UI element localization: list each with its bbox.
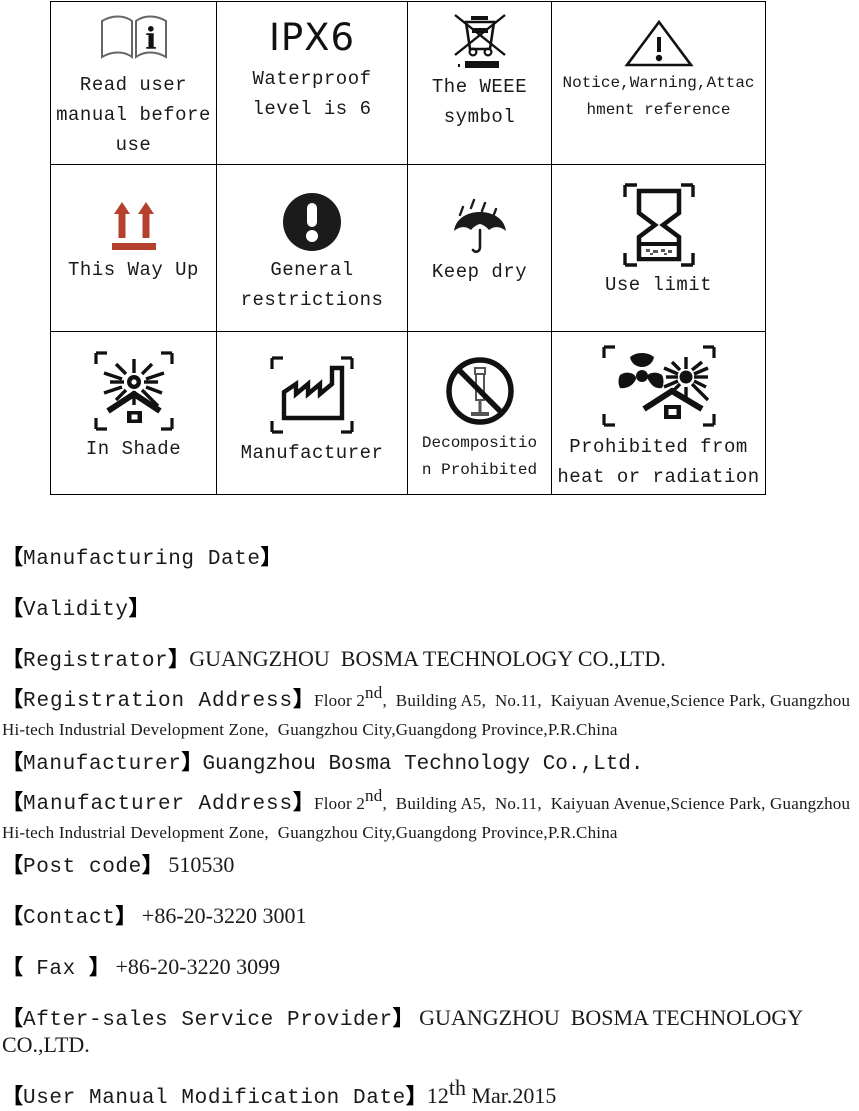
symbol-caption: Use limit <box>604 274 713 296</box>
info-line-manual-modification-date: 【User Manual Modification Date】12th Mar.… <box>0 1077 859 1111</box>
info-line-manufacturer-address: 【Manufacturer Address】Floor 2nd, Buildin… <box>0 782 859 848</box>
value-manufacturer-address-p1: Floor 2 <box>314 794 366 813</box>
value-registrator: GUANGZHOU BOSMA TECHNOLOGY CO.,LTD. <box>189 646 666 671</box>
weee-crossed-bin-icon <box>449 10 511 72</box>
value-registration-address-sup: nd <box>365 683 383 702</box>
label-registrator: Registrator <box>23 650 169 673</box>
symbol-caption: General restrictions <box>240 259 384 311</box>
value-post-code: 510530 <box>162 852 235 877</box>
bracket-close: 】 <box>405 1084 427 1108</box>
value-fax: +86-20-3220 3099 <box>110 954 281 979</box>
symbol-cell-warning: Notice,Warning,Attac hment reference <box>551 1 766 165</box>
bracket-open: 【 <box>2 687 23 711</box>
symbol-cell-decomposition-prohibited: Decompositio n Prohibited <box>407 331 552 495</box>
info-line-registration-address: 【Registration Address】Floor 2nd, Buildin… <box>0 679 859 745</box>
symbol-caption: Keep dry <box>431 261 528 283</box>
bracket-open: 【 <box>2 647 23 671</box>
symbol-caption: Prohibited from heat or radiation <box>557 436 760 488</box>
symbol-cell-this-way-up: This Way Up <box>50 164 217 332</box>
symbol-cell-general-restrictions: General restrictions <box>216 164 408 332</box>
manufacturer-factory-icon <box>266 352 358 438</box>
label-fax: Fax <box>23 958 90 981</box>
value-registration-address-p1: Floor 2 <box>314 691 366 710</box>
bracket-close: 】 <box>260 545 282 569</box>
symbol-cell-in-shade: In Shade <box>50 331 217 495</box>
bracket-close: 】 <box>128 596 150 620</box>
symbol-caption: Notice,Warning,Attac hment reference <box>562 74 755 119</box>
in-shade-icon <box>88 348 180 434</box>
bracket-open: 【 <box>2 545 23 569</box>
value-contact: +86-20-3220 3001 <box>136 903 307 928</box>
prohibited-heat-radiation-icon <box>594 342 724 432</box>
svg-text:i: i <box>145 22 156 57</box>
bracket-open: 【 <box>2 904 23 928</box>
regulatory-info-block: 【Manufacturing Date】 【Validity】 【Registr… <box>0 545 859 1111</box>
general-restrictions-icon <box>281 189 343 255</box>
label-post-code: Post code <box>23 856 142 879</box>
keep-dry-umbrella-icon <box>445 195 515 257</box>
info-line-manufacturer: 【Manufacturer】Guangzhou Bosma Technology… <box>0 750 859 777</box>
use-limit-hourglass-icon <box>617 180 701 270</box>
bracket-close: 】 <box>141 853 163 877</box>
value-manual-date-p2: Mar.2015 <box>465 1083 557 1108</box>
bracket-close: 】 <box>293 687 315 711</box>
symbol-caption: Waterproof level is 6 <box>252 68 372 120</box>
label-manufacturing-date: Manufacturing Date <box>23 548 261 571</box>
info-line-post-code: 【Post code】 510530 <box>0 853 859 880</box>
bracket-open: 【 <box>2 596 23 620</box>
bracket-close: 】 <box>181 750 203 774</box>
symbol-cell-read-manual: i Read user manual before use <box>50 1 217 165</box>
symbol-cell-manufacturer: Manufacturer <box>216 331 408 495</box>
symbol-cell-ipx6: IPX6 Waterproof level is 6 <box>216 1 408 165</box>
symbol-cell-weee: The WEEE symbol <box>407 1 552 165</box>
label-validity: Validity <box>23 599 129 622</box>
info-line-validity: 【Validity】 <box>0 596 859 623</box>
warning-triangle-icon <box>623 16 695 70</box>
ipx6-text-icon: IPX6 <box>269 12 355 64</box>
info-line-fax: 【 Fax 】 +86-20-3220 3099 <box>0 955 859 982</box>
bracket-close: 】 <box>168 647 190 671</box>
ipx6-label: IPX6 <box>268 16 356 59</box>
value-manual-date-p1: 12 <box>426 1083 449 1108</box>
symbol-legend-table: i Read user manual before use IPX6 Water… <box>50 1 766 495</box>
symbol-caption: The WEEE symbol <box>431 76 528 128</box>
bracket-open: 【 <box>2 790 23 814</box>
info-line-after-sales: 【After-sales Service Provider】 GUANGZHOU… <box>0 1006 859 1060</box>
bracket-open: 【 <box>2 750 23 774</box>
value-manufacturer-address-sup: nd <box>365 786 383 805</box>
bracket-close: 】 <box>293 790 315 814</box>
label-registration-address: Registration Address <box>23 690 294 713</box>
symbol-caption: Manufacturer <box>240 442 384 464</box>
bracket-close: 】 <box>115 904 137 928</box>
table-row: i Read user manual before use IPX6 Water… <box>50 1 766 165</box>
symbol-cell-keep-dry: Keep dry <box>407 164 552 332</box>
info-line-registrator: 【Registrator】GUANGZHOU BOSMA TECHNOLOGY … <box>0 647 859 674</box>
bracket-open: 【 <box>2 955 23 979</box>
decomposition-prohibited-icon <box>443 352 517 430</box>
bracket-close: 】 <box>89 955 111 979</box>
bracket-open: 【 <box>2 1084 23 1108</box>
value-manufacturer: Guangzhou Bosma Technology Co.,Ltd. <box>202 753 644 776</box>
label-after-sales: After-sales Service Provider <box>23 1009 393 1032</box>
label-contact: Contact <box>23 907 116 930</box>
symbol-caption: Decompositio n Prohibited <box>421 434 538 479</box>
read-user-manual-icon: i <box>98 8 170 70</box>
table-row: This Way Up General restrictions Keep dr… <box>50 164 766 332</box>
info-line-manufacturing-date: 【Manufacturing Date】 <box>0 545 859 572</box>
symbol-caption: In Shade <box>85 438 182 460</box>
symbol-caption: Read user manual before use <box>56 74 211 156</box>
symbol-cell-prohibited-heat-radiation: Prohibited from heat or radiation <box>551 331 766 495</box>
symbol-caption: This Way Up <box>68 259 199 281</box>
bracket-open: 【 <box>2 1006 23 1030</box>
label-manufacturer-address: Manufacturer Address <box>23 793 294 816</box>
label-manual-modification-date: User Manual Modification Date <box>23 1087 406 1110</box>
label-manufacturer: Manufacturer <box>23 753 182 776</box>
bracket-close: 】 <box>392 1006 414 1030</box>
table-row: In Shade Manufacturer Decompositio n Pro… <box>50 331 766 495</box>
this-way-up-icon <box>107 197 161 255</box>
symbol-cell-use-limit: Use limit <box>551 164 766 332</box>
bracket-open: 【 <box>2 853 23 877</box>
info-line-contact: 【Contact】 +86-20-3220 3001 <box>0 904 859 931</box>
